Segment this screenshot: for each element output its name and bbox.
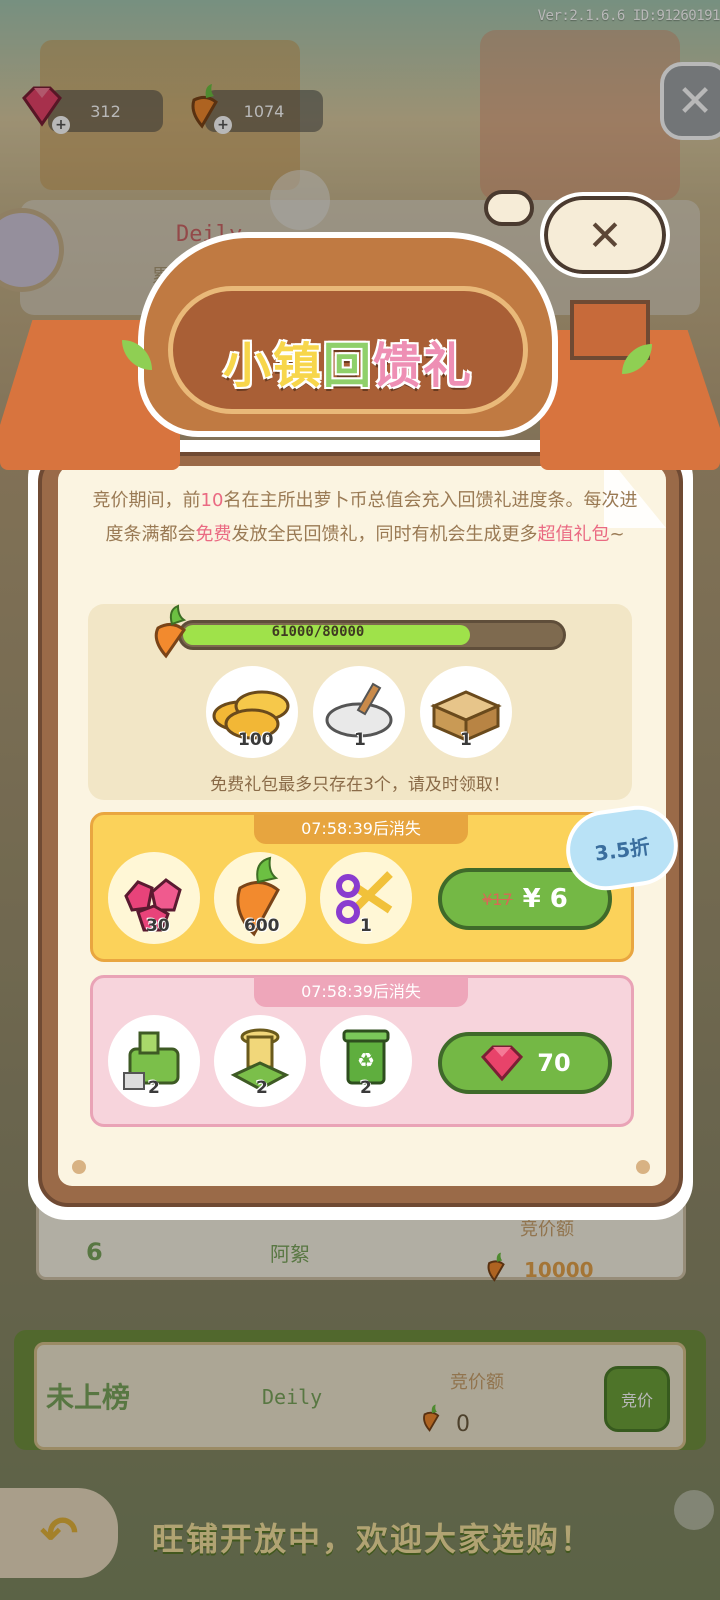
desc-highlight: 超值礼包	[537, 524, 610, 545]
item-count: 2	[360, 1078, 372, 1098]
title-part: 礼	[423, 338, 474, 394]
item-count: 30	[146, 916, 170, 936]
item-count: 1	[460, 730, 472, 750]
desc-text: 发放全民回馈礼，同时有机会生成更多	[231, 524, 538, 545]
desc-highlight: 免费	[195, 524, 232, 545]
pack-timer: 07:58:39后消失	[254, 814, 468, 844]
item-count: 100	[238, 730, 274, 750]
modal-title: 小镇回馈礼	[168, 326, 528, 396]
desc-text: ~	[609, 524, 625, 545]
desc-text: 竞价期间，前	[92, 490, 201, 511]
title-part: 小镇	[222, 338, 323, 394]
sale-price: ¥ 6	[522, 884, 568, 914]
desc-highlight: 10	[200, 490, 224, 511]
cloud-decoration	[484, 190, 534, 226]
modal-close-button[interactable]: ✕	[540, 192, 670, 278]
original-price: ¥17	[482, 889, 513, 909]
svg-text:♻: ♻	[357, 1048, 375, 1072]
close-icon: ✕	[587, 210, 623, 260]
pin-decoration	[636, 1160, 650, 1174]
item-count: 1	[360, 916, 372, 936]
free-pack-note: 免费礼包最多只存在3个，请及时领取！	[210, 775, 510, 795]
gem-price: 70	[537, 1049, 571, 1077]
carrot-icon	[154, 604, 187, 659]
gem-icon	[481, 1045, 524, 1082]
item-count: 1	[354, 730, 366, 750]
title-part: 回	[322, 338, 373, 394]
buy-pack-2-button[interactable]: 70	[438, 1032, 612, 1094]
item-count: 2	[148, 1078, 160, 1098]
pack-timer: 07:58:39后消失	[254, 977, 468, 1007]
item-count: 600	[244, 916, 280, 936]
title-part: 馈	[373, 338, 424, 394]
progress-text: 61000/80000	[271, 624, 365, 640]
event-description: 竞价期间，前10名在主所出萝卜币总值会充入回馈礼进度条。每次进度条满都会免费发放…	[90, 484, 640, 552]
pin-decoration	[72, 1160, 86, 1174]
item-count: 2	[256, 1078, 268, 1098]
